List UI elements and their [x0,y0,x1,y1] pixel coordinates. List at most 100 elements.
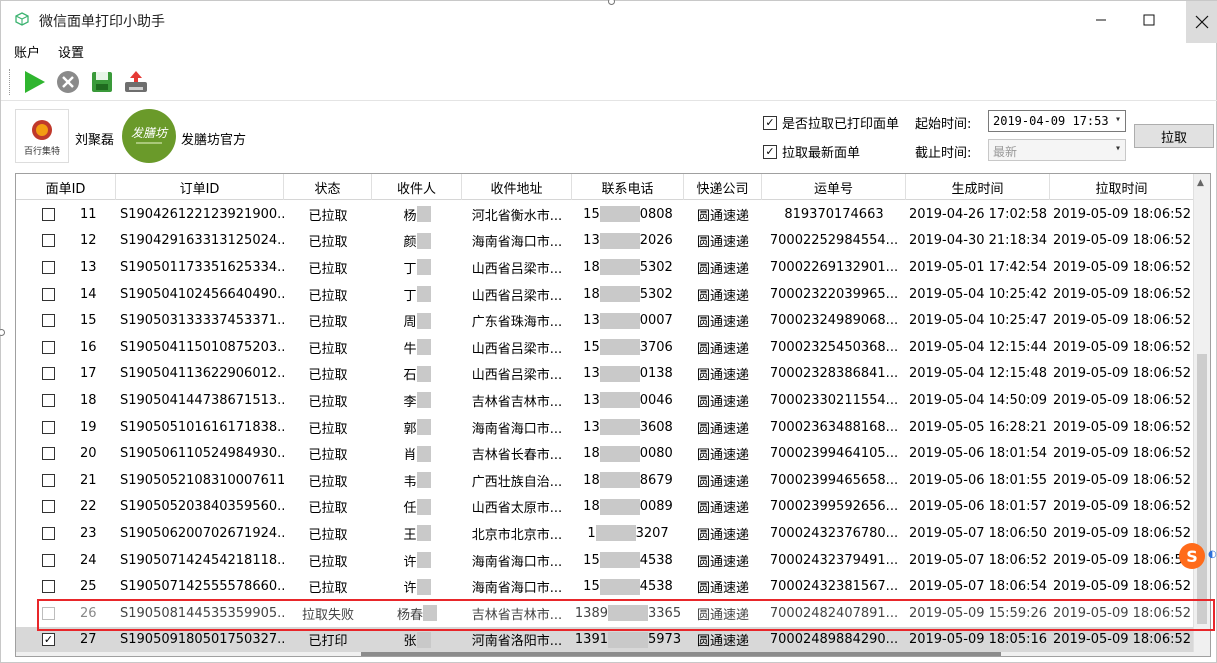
column-header[interactable]: 面单ID [16,174,116,200]
column-header[interactable]: 联系电话 [572,174,684,200]
pull-printed-option[interactable]: ✓ 是否拉取已打印面单 [763,113,899,132]
column-header[interactable]: 生成时间 [906,174,1050,200]
row-checkbox[interactable] [42,553,55,567]
column-header[interactable]: 状态 [284,174,372,200]
table-row[interactable]: 16 S190504115010875203... 已拉取 牛 山西省吕梁市... 15 3… [16,334,1194,361]
row-checkbox[interactable]: ✓ [42,633,55,647]
stop-circle-icon [57,71,79,93]
cell-pulled-time: 2019-05-09 18:06:52 [1052,552,1192,568]
recipient-name: 张 [403,634,417,650]
table-row[interactable]: 15 S190503133337453371... 已拉取 周 广东省珠海市... 13 0… [16,307,1194,334]
shop-name-1[interactable]: 刘聚磊 [75,129,114,148]
table-row[interactable]: 13 S190501173351625334... 已拉取 丁 山西省吕梁市... 18 5… [16,254,1194,281]
printer-upload-icon [125,71,147,92]
table-row[interactable]: 21 S1905052108310007611 已拉取 韦 广西壮族自治... 18 867… [16,467,1194,494]
column-header[interactable]: 订单ID [116,174,284,200]
shop-name-2[interactable]: 发膳坊官方 [181,129,246,148]
cell-phone: 1391 5973 [572,627,684,654]
cell-id: 17 [16,361,116,388]
column-header[interactable]: 快递公司 [684,174,762,200]
table-row[interactable]: 20 S190506110524984930... 已拉取 肖 吉林省长春市... 18 0… [16,440,1194,467]
column-header[interactable]: 收件人 [372,174,462,200]
print-upload-button[interactable] [121,67,151,97]
stop-button[interactable] [53,67,83,97]
table-row[interactable]: 22 S190505203840359560... 已拉取 任 山西省太原市... 18 0… [16,494,1194,521]
privacy-blur [416,525,431,542]
table-row[interactable]: 24 S190507142454218118... 已拉取 许 海南省海口市... 15 4… [16,547,1194,574]
cell-phone: 18 0089 [572,494,684,521]
row-checkbox[interactable] [42,207,55,221]
cell-id: 19 [16,414,116,441]
table-row[interactable]: 23 S190506200702671924... 已拉取 王 北京市北京市... 1 32… [16,520,1194,547]
table-row[interactable]: 26 S190508144535359905... 拉取失败 杨春 吉林省吉林市... 1… [16,600,1194,627]
scroll-up-icon[interactable]: ▲ [1197,178,1204,188]
start-time-picker[interactable]: 2019-04-09 17:53 ▾ [988,110,1126,132]
main-window: 微信面单打印小助手 账户 设置 百行集特 刘聚磊 发膳坊 发膳坊官方 ✓ 是否拉… [0,0,1217,663]
close-button[interactable] [1186,1,1217,43]
table-row[interactable]: 14 S190504102456640490... 已拉取 丁 山西省吕梁市... 18 5… [16,281,1194,308]
pull-latest-option[interactable]: ✓ 拉取最新面单 [763,142,860,161]
row-checkbox[interactable] [42,234,55,248]
cell-created-time: 2019-05-04 14:50:09 [908,392,1048,408]
row-id: 16 [80,339,97,355]
cell-recipient: 郭 [372,414,462,441]
privacy-blur [595,525,636,542]
cell-courier: 圆通速递 [696,341,749,357]
table-row[interactable]: ✓ 27 S190509180501750327... 已打印 张 河南省洛阳市... 13… [16,626,1194,654]
pull-printed-checkbox[interactable]: ✓ [763,115,777,130]
minimize-icon [1096,19,1106,21]
row-checkbox[interactable] [42,393,55,407]
row-checkbox[interactable] [42,447,55,461]
cell-created-time: 2019-05-05 16:28:21 [908,419,1048,435]
menu-settings[interactable]: 设置 [58,42,84,61]
column-header[interactable]: 收件地址 [462,174,572,200]
vertical-scrollbar[interactable]: ▲ [1193,174,1210,656]
shop-logo-2[interactable]: 发膳坊 [122,109,176,163]
table-row[interactable]: 12 S190429163313125024... 已拉取 颜 海南省海口市... 13 2… [16,228,1194,255]
shop-logo-1[interactable]: 百行集特 [15,109,69,163]
column-header[interactable]: 拉取时间 [1050,174,1194,200]
start-button[interactable] [19,67,49,97]
row-checkbox[interactable] [42,420,55,434]
vertical-scroll-thumb[interactable] [1197,354,1207,624]
pull-button[interactable]: 拉取 [1134,124,1214,148]
column-header[interactable]: 运单号 [762,174,906,200]
privacy-blur [416,232,431,249]
row-checkbox[interactable] [42,473,55,487]
cell-id: 18 [16,387,116,414]
privacy-blur [608,631,648,648]
horizontal-scrollbar[interactable] [16,652,1194,656]
cell-phone: 13 0007 [572,307,684,334]
table-row[interactable]: 18 S190504144738671513... 已拉取 李 吉林省吉林市... 13 0… [16,387,1194,414]
resize-handle-left[interactable] [0,329,5,336]
pull-latest-checkbox[interactable]: ✓ [763,144,777,159]
row-checkbox[interactable] [42,367,55,381]
row-checkbox[interactable] [42,500,55,514]
cell-phone: 18 0080 [572,440,684,467]
cell-waybill: 70002322039965... [769,286,899,302]
privacy-blur [416,498,431,515]
cell-courier: 圆通速递 [696,448,749,464]
cell-order-id: S190506110524984930... [120,446,284,462]
table-row[interactable]: 25 S190507142555578660... 已拉取 许 海南省海口市... 15 4… [16,573,1194,600]
end-time-picker[interactable]: 最新 ▾ [988,139,1126,161]
row-checkbox[interactable] [42,580,55,594]
cell-id: 15 [16,307,116,334]
save-button[interactable] [87,67,117,97]
row-checkbox[interactable] [42,606,55,620]
sogou-ime-icon[interactable]: S [1179,543,1205,569]
row-checkbox[interactable] [42,260,55,274]
horizontal-scroll-thumb[interactable] [361,652,1001,656]
row-checkbox[interactable] [42,340,55,354]
table-row[interactable]: 11 S190426122123921900... 已拉取 杨 河北省衡水市... 15 0… [16,201,1194,228]
table-row[interactable]: 17 S190504113622906012... 已拉取 石 山西省吕梁市... 13 0… [16,361,1194,388]
row-checkbox[interactable] [42,314,55,328]
row-checkbox[interactable] [42,526,55,540]
minimize-button[interactable] [1078,1,1124,39]
row-checkbox[interactable] [42,287,55,301]
phone-suffix: 0138 [639,366,673,382]
menu-account[interactable]: 账户 [14,42,40,61]
maximize-button[interactable] [1126,1,1172,39]
cell-waybill: 819370174663 [784,206,884,222]
table-row[interactable]: 19 S190505101616171838... 已拉取 郭 海南省海口市... 13 3… [16,414,1194,441]
